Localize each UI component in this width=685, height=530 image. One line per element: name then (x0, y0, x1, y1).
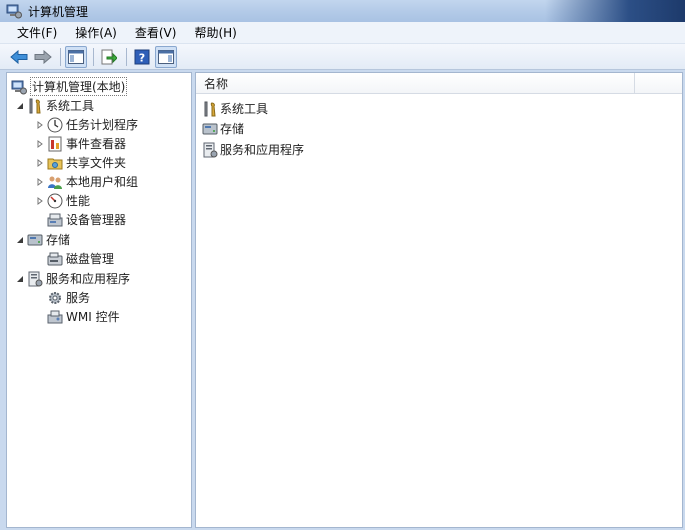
event-viewer-icon (47, 136, 63, 152)
list-item[interactable]: 系统工具 (202, 99, 268, 118)
tree-item-shared-folders[interactable]: 共享文件夹 (35, 153, 126, 172)
toolbar-separator (60, 47, 61, 66)
tree-label: WMI 控件 (66, 310, 120, 324)
collapsed-arrow-icon[interactable] (35, 191, 45, 210)
tree-label: 服务和应用程序 (46, 272, 131, 286)
list-item[interactable]: 服务和应用程序 (202, 140, 304, 159)
back-button[interactable] (8, 46, 30, 68)
tree-item-system-tools[interactable]: 系统工具 (15, 96, 94, 115)
disk-management-icon (47, 251, 63, 267)
clock-icon (47, 117, 63, 133)
tree-item-performance[interactable]: 性能 (35, 191, 90, 210)
tree-label: 计算机管理(本地) (30, 77, 128, 96)
tree-label: 存储 (46, 233, 71, 247)
tree-item-event-viewer[interactable]: 事件查看器 (35, 134, 126, 153)
column-header-label: 名称 (204, 77, 229, 91)
services-applications-icon (27, 271, 43, 287)
tree-label: 任务计划程序 (66, 118, 139, 132)
collapsed-arrow-icon[interactable] (35, 134, 45, 153)
tree-label: 性能 (66, 194, 91, 208)
forward-button[interactable] (32, 46, 54, 68)
title-bar-right (545, 0, 685, 22)
window-title: 计算机管理 (28, 4, 89, 19)
tree-item-disk-management[interactable]: 磁盘管理 (47, 249, 114, 268)
computer-management-icon (11, 79, 27, 95)
services-applications-icon (202, 142, 218, 158)
tree-item-local-users-groups[interactable]: 本地用户和组 (35, 172, 138, 191)
shared-folder-icon (47, 155, 63, 171)
menu-help[interactable]: 帮助(H) (185, 22, 245, 43)
menu-file[interactable]: 文件(F) (8, 22, 66, 43)
tree-item-services-applications[interactable]: 服务和应用程序 (15, 269, 130, 288)
tree-item-device-manager[interactable]: 设备管理器 (47, 210, 126, 229)
storage-icon (202, 121, 218, 137)
system-tools-icon (27, 98, 43, 114)
system-tools-icon (202, 101, 218, 117)
tree-label: 磁盘管理 (66, 252, 115, 266)
users-icon (47, 174, 63, 190)
storage-icon (27, 232, 43, 248)
tree-item-computer-management[interactable]: 计算机管理(本地) (11, 77, 128, 96)
collapsed-arrow-icon[interactable] (35, 172, 45, 191)
back-arrow-icon (10, 49, 28, 64)
tree-label: 系统工具 (46, 99, 95, 113)
collapsed-arrow-icon[interactable] (35, 153, 45, 172)
menu-bar: 文件(F) 操作(A) 查看(V) 帮助(H) (0, 22, 685, 44)
computer-management-icon (6, 3, 22, 19)
help-icon: ? (134, 49, 150, 64)
performance-icon (47, 193, 63, 209)
tree-label: 服务 (66, 291, 91, 305)
tree-item-wmi-control[interactable]: WMI 控件 (47, 307, 120, 326)
show-hide-console-tree-button[interactable] (65, 45, 87, 68)
expanded-arrow-icon[interactable] (15, 230, 25, 249)
tree-item-task-scheduler[interactable]: 任务计划程序 (35, 115, 138, 134)
console-tree-pane[interactable]: 计算机管理(本地) 系统工具 任务计划程序 事件查看器 共享文件夹 本地用户和组… (6, 72, 192, 528)
tree-item-storage[interactable]: 存储 (15, 230, 70, 249)
list-item-label: 服务和应用程序 (220, 143, 305, 157)
show-hide-console-tree-icon (68, 49, 84, 64)
toolbar: ? (0, 44, 685, 70)
gear-icon (47, 290, 63, 306)
tree-label: 事件查看器 (66, 137, 127, 151)
list-item-label: 系统工具 (220, 102, 269, 116)
expanded-arrow-icon[interactable] (15, 269, 25, 288)
list-item[interactable]: 存储 (202, 119, 244, 138)
menu-view[interactable]: 查看(V) (126, 22, 186, 43)
show-hide-action-pane-button[interactable] (155, 45, 177, 68)
collapsed-arrow-icon[interactable] (35, 115, 45, 134)
wmi-control-icon (47, 309, 63, 325)
tree-item-services[interactable]: 服务 (47, 288, 90, 307)
show-hide-action-pane-icon (158, 49, 174, 64)
forward-arrow-icon (34, 49, 52, 64)
results-pane[interactable]: 名称 系统工具 存储 服务和应用程序 (195, 72, 683, 528)
list-header: 名称 (196, 73, 682, 94)
tree-label: 本地用户和组 (66, 175, 139, 189)
expanded-arrow-icon[interactable] (15, 96, 25, 115)
list-item-label: 存储 (220, 122, 245, 136)
toolbar-separator (93, 47, 94, 66)
tree-label: 设备管理器 (66, 213, 127, 227)
help-button[interactable]: ? (131, 46, 153, 68)
toolbar-separator (126, 47, 127, 66)
title-bar[interactable]: 计算机管理 (0, 0, 685, 22)
column-header-name[interactable]: 名称 (196, 73, 635, 94)
menu-action[interactable]: 操作(A) (66, 22, 126, 43)
svg-text:?: ? (139, 51, 145, 64)
device-manager-icon (47, 212, 63, 228)
export-list-icon (101, 49, 117, 64)
tree-label: 共享文件夹 (66, 156, 127, 170)
export-list-button[interactable] (98, 46, 120, 68)
